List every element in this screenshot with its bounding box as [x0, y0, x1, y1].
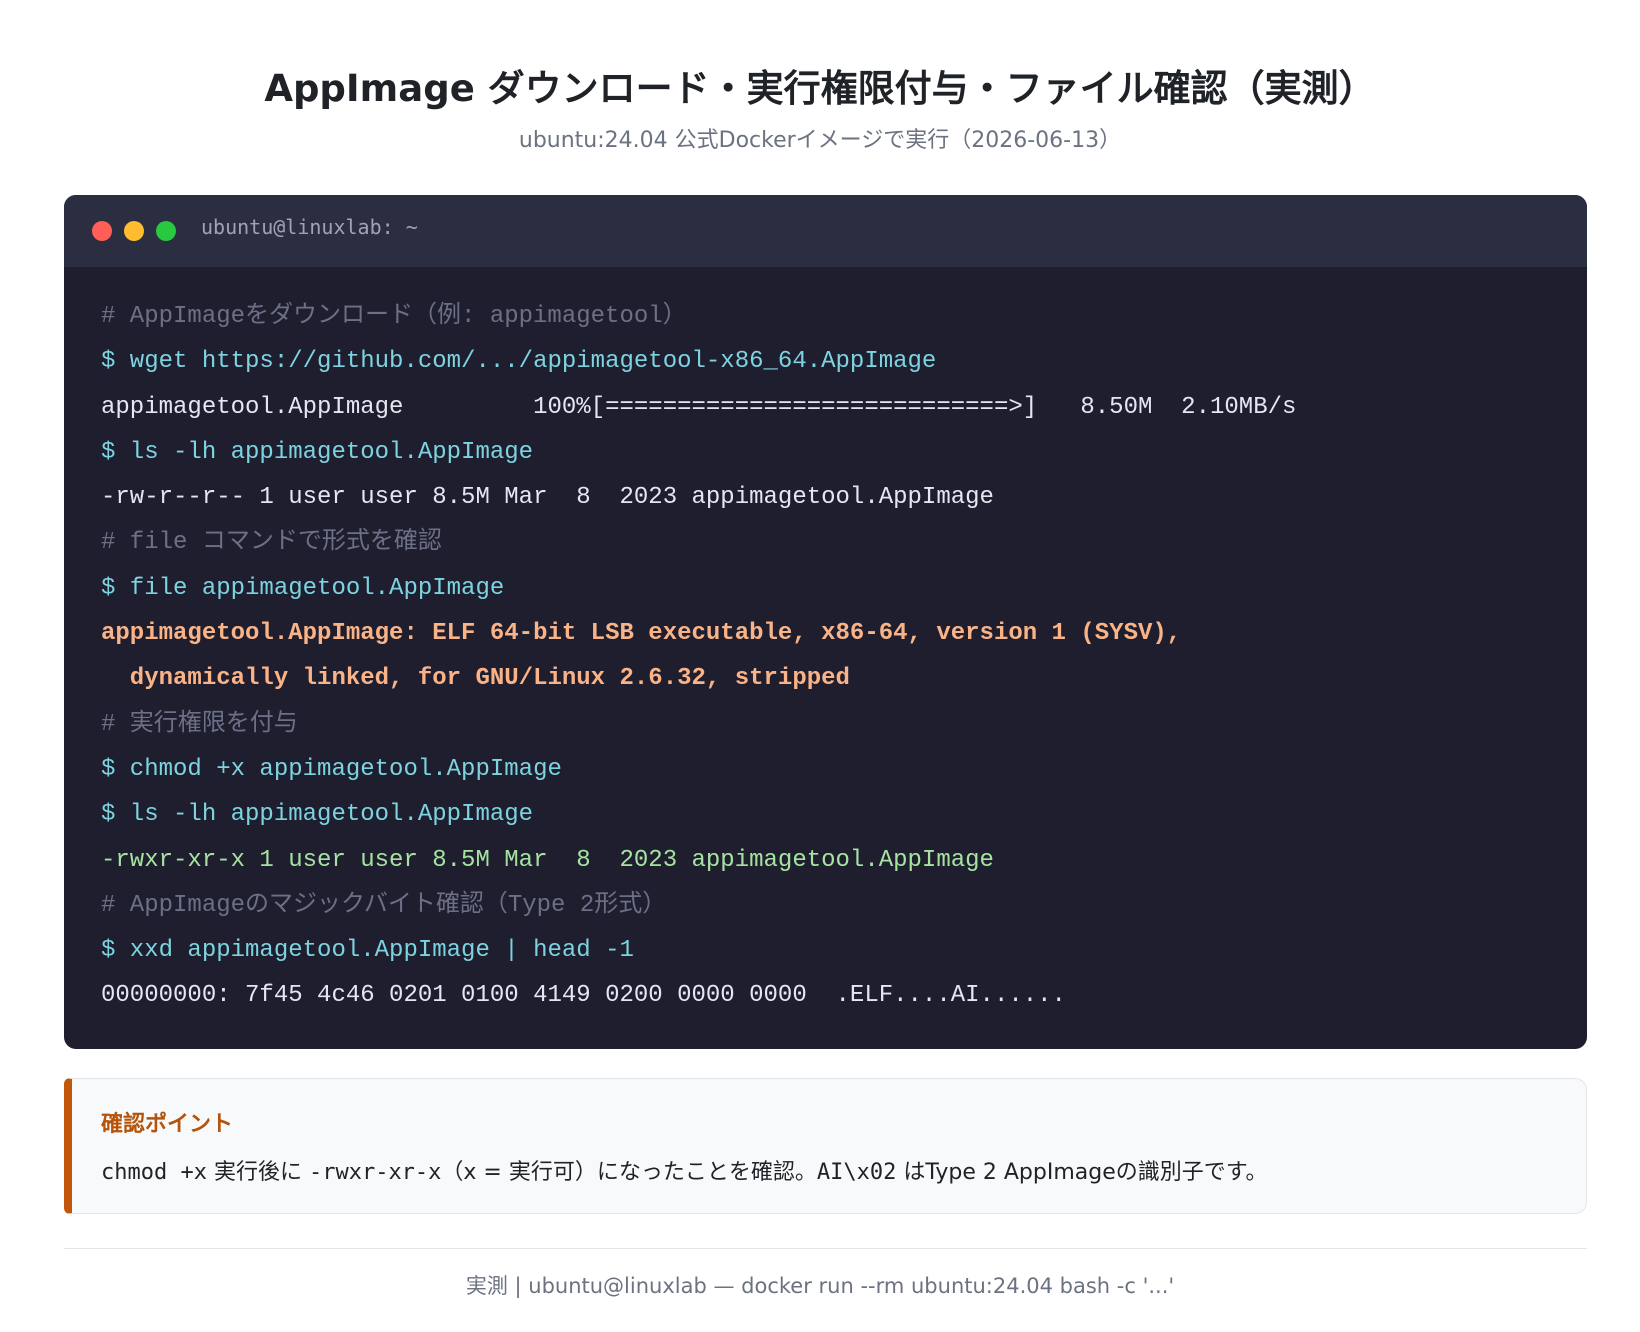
- terminal-line: # AppImageをダウンロード（例: appimagetool）: [101, 303, 687, 330]
- close-icon[interactable]: [92, 221, 112, 241]
- note-text-part: 実行後に: [206, 1160, 309, 1185]
- terminal-titlebar: ubuntu@linuxlab: ~: [64, 195, 1587, 267]
- terminal-line: $ ls -lh appimagetool.AppImage: [101, 438, 534, 466]
- terminal-line: -rwxr-xr-x 1 user user 8.5M Mar 8 2023 a…: [101, 846, 994, 874]
- terminal-line: $ ls -lh appimagetool.AppImage: [101, 801, 534, 829]
- page-title: AppImage ダウンロード・実行権限付与・ファイル確認（実測）: [264, 67, 1376, 110]
- footer: 実測 | ubuntu@linuxlab — docker run --rm u…: [465, 1274, 1175, 1298]
- terminal-line: 00000000: 7f45 4c46 0201 0100 4149 0200 …: [101, 982, 1066, 1010]
- note-code: -rwxr-xr-x: [308, 1160, 442, 1185]
- terminal-body[interactable]: # AppImageをダウンロード（例: appimagetool） $ wge…: [64, 267, 1587, 1019]
- terminal-window[interactable]: ubuntu@linuxlab: ~ # AppImageをダウンロード（例: …: [64, 195, 1587, 1049]
- terminal-line: $ xxd appimagetool.AppImage | head -1: [101, 937, 634, 965]
- note-text: chmod +x 実行後に -rwxr-xr-x（x = 実行可）になったことを…: [101, 1154, 1268, 1186]
- terminal-title: ubuntu@linuxlab: ~: [201, 215, 418, 239]
- terminal-line: appimagetool.AppImage: ELF 64-bit LSB ex…: [101, 620, 1182, 648]
- page-subtitle: ubuntu:24.04 公式Dockerイメージで実行（2026-06-13）: [518, 128, 1122, 153]
- terminal-line: appimagetool.AppImage 100%[=============…: [101, 393, 1297, 421]
- terminal-line: $ file appimagetool.AppImage: [101, 574, 505, 602]
- terminal-line: -rw-r--r-- 1 user user 8.5M Mar 8 2023 a…: [101, 484, 994, 512]
- divider: [64, 1248, 1587, 1249]
- terminal-line: $ chmod +x appimagetool.AppImage: [101, 755, 562, 783]
- note-text-part: （x = 実行可）になったことを確認。: [441, 1160, 817, 1185]
- terminal-line: # 実行権限を付与: [101, 710, 298, 738]
- minimize-icon[interactable]: [124, 221, 144, 241]
- terminal-line: dynamically linked, for GNU/Linux 2.6.32…: [101, 665, 850, 693]
- note-box: 確認ポイント chmod +x 実行後に -rwxr-xr-x（x = 実行可）…: [64, 1078, 1587, 1214]
- terminal-line: # AppImageのマジックバイト確認（Type 2形式）: [101, 891, 667, 919]
- note-code: AI\x02: [816, 1160, 897, 1185]
- note-text-part: はType 2 AppImageの識別子です。: [896, 1160, 1268, 1185]
- note-title: 確認ポイント: [101, 1112, 234, 1137]
- terminal-line: $ wget https://github.com/.../appimageto…: [101, 348, 937, 376]
- page: AppImage ダウンロード・実行権限付与・ファイル確認（実測） ubuntu…: [0, 0, 1640, 1332]
- note-code: chmod +x: [101, 1160, 207, 1185]
- maximize-icon[interactable]: [156, 221, 176, 241]
- terminal-line: # file コマンドで形式を確認: [101, 529, 442, 557]
